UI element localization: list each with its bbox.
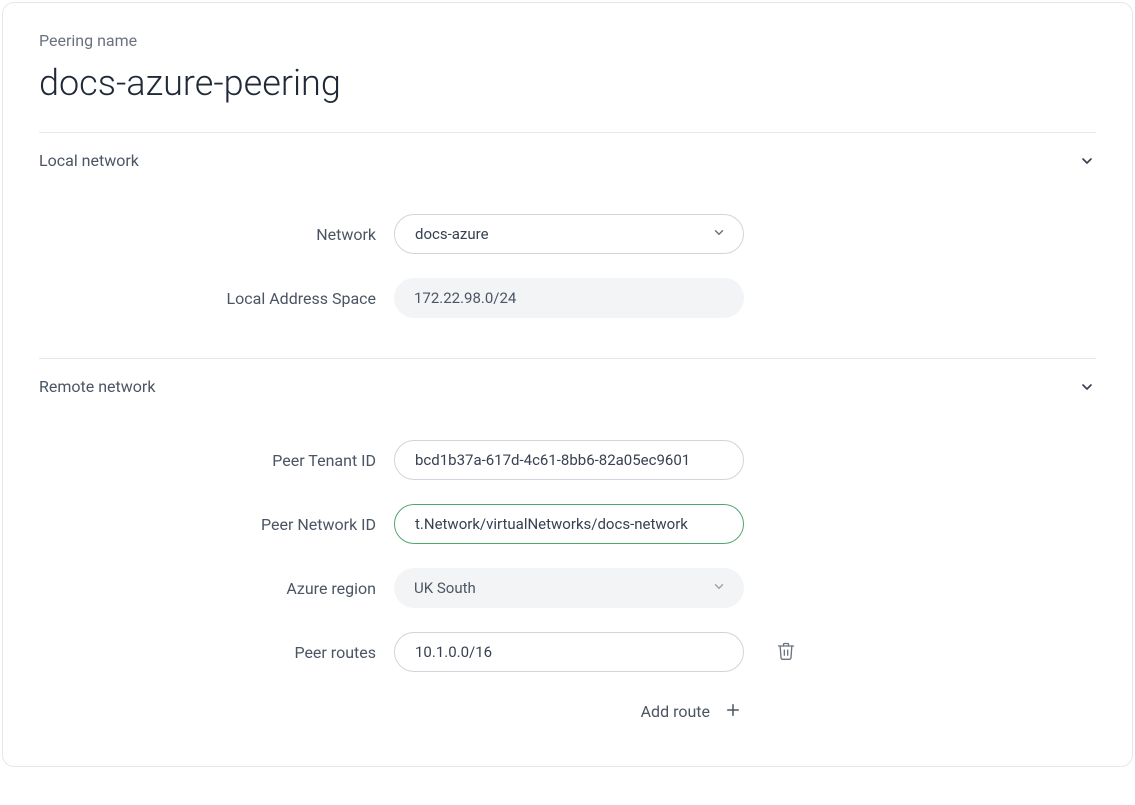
add-route-button[interactable] — [722, 700, 744, 722]
peer-tenant-id-label: Peer Tenant ID — [39, 451, 394, 470]
peer-network-id-label: Peer Network ID — [39, 515, 394, 534]
local-address-space-value: 172.22.98.0/24 — [394, 278, 744, 318]
remote-network-header[interactable]: Remote network — [39, 359, 1096, 408]
trash-icon — [776, 641, 796, 664]
local-address-space-label: Local Address Space — [39, 289, 394, 308]
azure-region-label: Azure region — [39, 579, 394, 598]
remote-network-body: Peer Tenant ID Peer Network ID Azure reg… — [39, 408, 1096, 726]
add-route-label: Add route — [641, 702, 710, 721]
peer-tenant-id-input[interactable] — [394, 440, 744, 480]
delete-route-button[interactable] — [772, 637, 800, 668]
peering-name-value: docs-azure-peering — [39, 62, 1096, 104]
peer-route-input[interactable] — [394, 632, 744, 672]
network-select-value: docs-azure — [415, 225, 489, 243]
chevron-down-icon — [1078, 378, 1096, 396]
chevron-down-icon — [1078, 152, 1096, 170]
plus-icon — [724, 701, 742, 722]
local-network-body: Network docs-azure Local Address Space 1… — [39, 182, 1096, 358]
local-network-title: Local network — [39, 151, 139, 170]
peer-network-id-input[interactable] — [394, 504, 744, 544]
peering-form-card: Peering name docs-azure-peering Local ne… — [2, 2, 1133, 767]
local-network-header[interactable]: Local network — [39, 133, 1096, 182]
azure-region-select-value: UK South — [414, 579, 476, 597]
peering-name-label: Peering name — [39, 31, 1096, 50]
peer-routes-label: Peer routes — [39, 643, 394, 662]
azure-region-select[interactable]: UK South — [394, 568, 744, 608]
add-route-row: Add route — [39, 692, 744, 722]
remote-network-title: Remote network — [39, 377, 155, 396]
network-select[interactable]: docs-azure — [394, 214, 744, 254]
network-label: Network — [39, 225, 394, 244]
